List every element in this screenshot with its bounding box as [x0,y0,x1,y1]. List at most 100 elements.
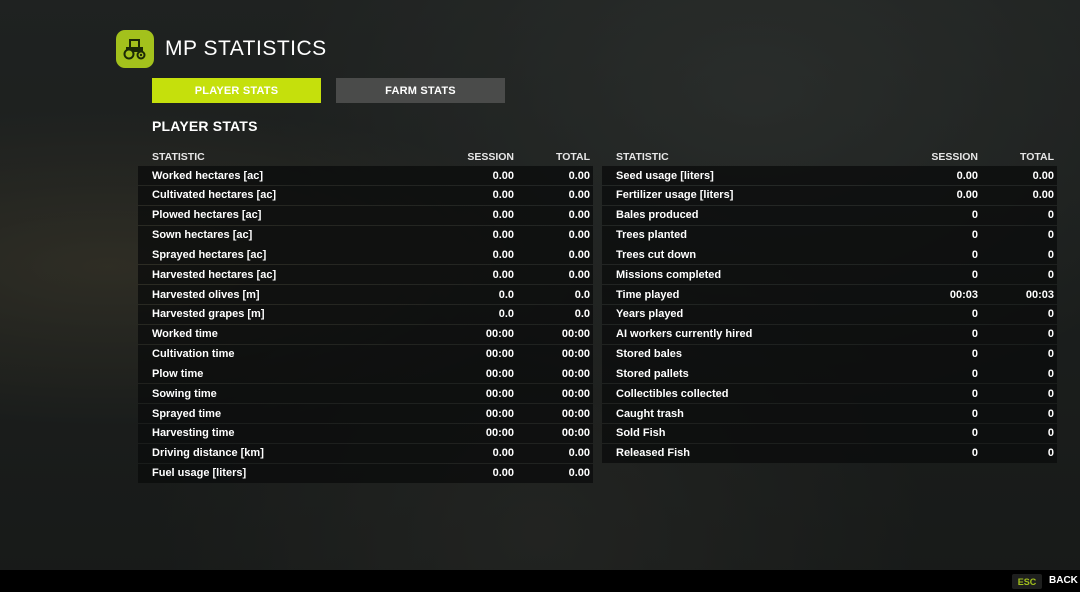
table-row: Worked hectares [ac] 0.00 0.00 [138,166,593,185]
table-row: Cultivated hectares [ac] 0.00 0.00 [138,185,593,205]
stat-total-value: 0 [1047,229,1054,242]
back-button[interactable]: BACK [1049,575,1078,586]
page-header: MP STATISTICS [116,30,327,68]
stat-total-value: 00:00 [561,367,590,380]
table-row: Trees planted 0 0 [602,225,1057,245]
stat-total-value: 0.00 [568,447,590,460]
stat-name: Collectibles collected [616,387,729,400]
stat-session-value: 00:00 [485,387,514,400]
stat-total-value: 00:00 [561,387,590,400]
stat-total-value: 0 [1047,367,1054,380]
stat-session-value: 00:00 [485,367,514,380]
table-row: Cultivation time 00:00 00:00 [138,344,593,364]
stat-session-value: 0.00 [956,169,978,182]
stat-session-value: 0.00 [492,268,514,281]
table-row: Collectibles collected 0 0 [602,384,1057,404]
stat-total-value: 0.00 [568,467,590,480]
stat-total-value: 0 [1047,308,1054,321]
stat-session-value: 00:00 [485,328,514,341]
section-title: PLAYER STATS [152,118,258,134]
stat-name: Sowing time [152,387,217,400]
stat-total-value: 0.00 [568,248,590,261]
stat-name: Stored pallets [616,367,689,380]
stat-name: Caught trash [616,407,684,420]
column-session: SESSION [467,150,514,163]
stat-session-value: 0.0 [498,288,514,301]
stat-session-value: 00:03 [949,288,978,301]
stat-total-value: 0.0 [574,288,590,301]
stat-total-value: 0.00 [1032,169,1054,182]
stat-total-value: 0 [1047,427,1054,440]
column-session: SESSION [931,150,978,163]
tab-player-stats[interactable]: PLAYER STATS [152,78,321,103]
table-row: Released Fish 0 0 [602,443,1057,463]
stat-session-value: 0.00 [492,169,514,182]
stat-session-value: 0 [971,248,978,261]
stat-session-value: 0 [971,229,978,242]
tab-farm-stats[interactable]: FARM STATS [336,78,505,103]
stat-name: Harvested hectares [ac] [152,268,277,281]
stat-total-value: 0.00 [568,229,590,242]
table-row: Driving distance [km] 0.00 0.00 [138,443,593,463]
table-row: Harvested grapes [m] 0.0 0.0 [138,304,593,324]
stat-session-value: 0 [971,268,978,281]
table-header: STATISTIC SESSION TOTAL [602,147,1057,166]
stat-name: Sprayed time [152,407,222,420]
tab-bar: PLAYER STATS FARM STATS [152,78,505,103]
stat-name: Harvested olives [m] [152,288,260,301]
stat-session-value: 0 [971,427,978,440]
table-row: Stored bales 0 0 [602,344,1057,364]
stat-session-value: 0.00 [492,229,514,242]
stat-session-value: 0.0 [498,308,514,321]
right-stats-table: STATISTIC SESSION TOTAL Seed usage [lite… [602,147,1057,464]
stat-session-value: 0 [971,209,978,222]
table-row: Time played 00:03 00:03 [602,285,1057,305]
stat-total-value: 0.0 [574,308,590,321]
stat-session-value: 0.00 [492,447,514,460]
stat-name: Cultivation time [152,348,235,361]
stat-session-value: 0.00 [492,209,514,222]
table-row: Sowing time 00:00 00:00 [138,384,593,404]
table-row: Harvesting time 00:00 00:00 [138,423,593,443]
bottom-bar [0,570,1080,592]
stat-name: Sown hectares [ac] [152,229,253,242]
stat-name: Seed usage [liters] [616,169,714,182]
table-row: AI workers currently hired 0 0 [602,324,1057,344]
stat-total-value: 0 [1047,447,1054,460]
tractor-icon [116,30,154,68]
table-row: Sold Fish 0 0 [602,423,1057,443]
stat-session-value: 0 [971,447,978,460]
stat-name: Fuel usage [liters] [152,467,247,480]
stat-total-value: 00:00 [561,407,590,420]
stat-total-value: 0 [1047,268,1054,281]
stat-total-value: 00:00 [561,328,590,341]
table-row: Caught trash 0 0 [602,404,1057,424]
stat-name: Time played [616,288,680,301]
table-row: Harvested olives [m] 0.0 0.0 [138,285,593,305]
column-total: TOTAL [555,150,590,163]
esc-key-hint[interactable]: ESC [1012,574,1042,589]
stat-name: Missions completed [616,268,722,281]
table-row: Bales produced 0 0 [602,205,1057,225]
table-header: STATISTIC SESSION TOTAL [138,147,593,166]
table-row: Trees cut down 0 0 [602,245,1057,265]
stat-session-value: 0 [971,348,978,361]
table-row: Fuel usage [liters] 0.00 0.00 [138,463,593,483]
stat-name: Harvesting time [152,427,235,440]
stat-total-value: 0.00 [568,268,590,281]
stat-name: Driving distance [km] [152,447,264,460]
table-row: Plowed hectares [ac] 0.00 0.00 [138,205,593,225]
stat-name: Worked hectares [ac] [152,169,264,182]
page-title: MP STATISTICS [165,37,327,60]
table-row: Plow time 00:00 00:00 [138,364,593,384]
column-statistic: STATISTIC [152,150,205,163]
stat-total-value: 00:00 [561,427,590,440]
stat-name: Harvested grapes [m] [152,308,265,321]
stat-total-value: 0.00 [568,169,590,182]
table-row: Fertilizer usage [liters] 0.00 0.00 [602,185,1057,205]
stat-total-value: 0 [1047,328,1054,341]
table-row: Harvested hectares [ac] 0.00 0.00 [138,265,593,285]
stat-session-value: 0.00 [492,248,514,261]
stat-name: Cultivated hectares [ac] [152,189,277,202]
left-stats-table: STATISTIC SESSION TOTAL Worked hectares … [138,147,593,484]
